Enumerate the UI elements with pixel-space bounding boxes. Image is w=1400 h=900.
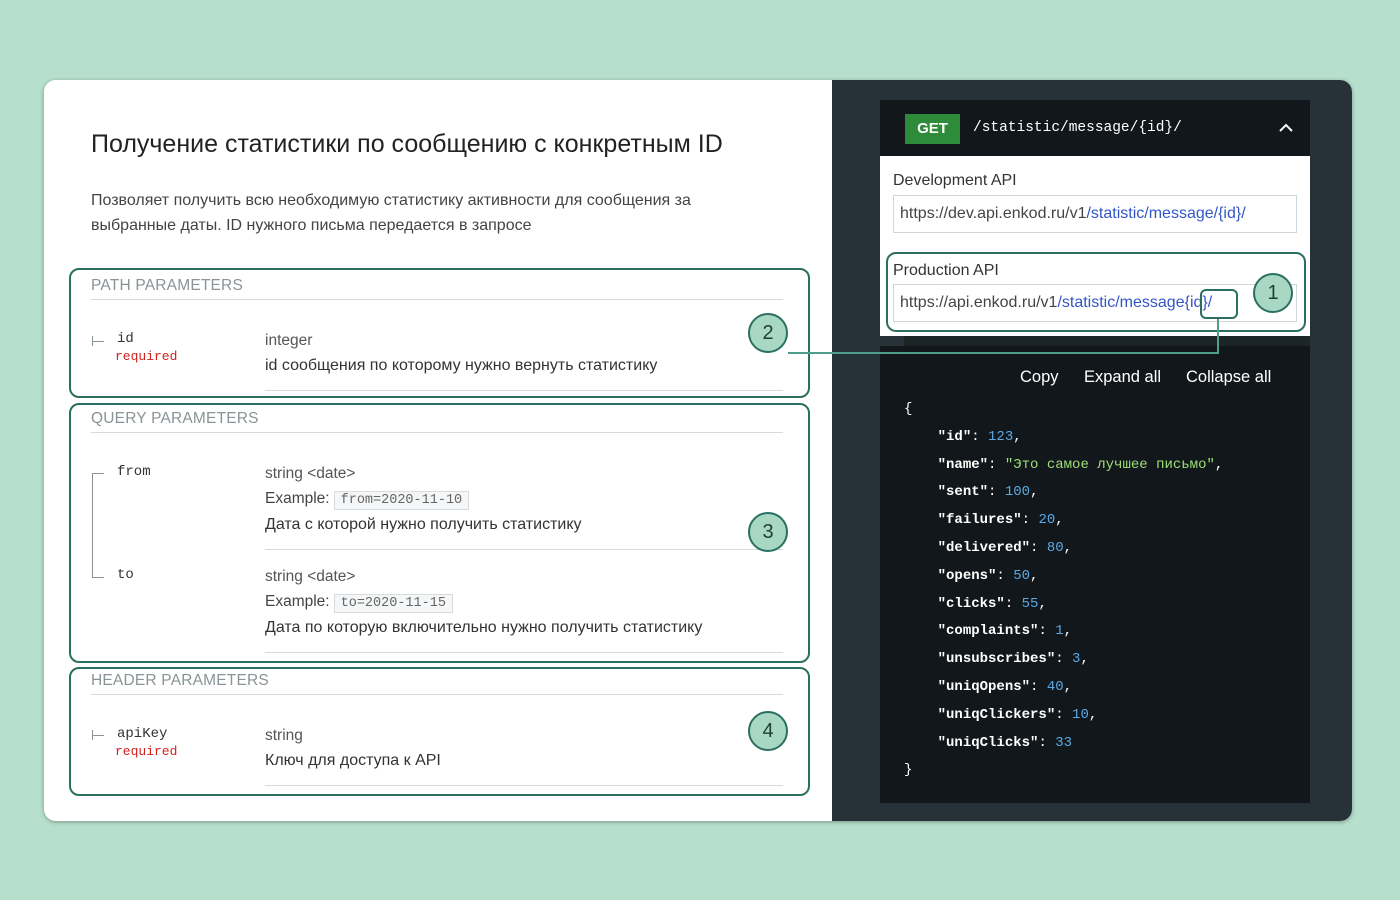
json-value: 80 (1046, 539, 1064, 556)
json-value: 10 (1072, 706, 1089, 723)
json-field-line: "uniqClickers": 10, (937, 706, 1098, 723)
production-api-highlight (886, 252, 1306, 332)
chevron-up-icon[interactable] (1278, 120, 1294, 136)
json-key: "failures" (937, 512, 1022, 529)
open-brace: { (904, 401, 913, 417)
url-base: https://dev.api.enkod.ru/v1 (900, 205, 1087, 222)
json-key: "uniqClicks" (937, 734, 1039, 751)
panel-divider (904, 336, 1310, 346)
close-brace: } (904, 762, 913, 779)
json-key: "opens" (937, 567, 997, 584)
json-response: { "id": 123, "name": "Это самое лучшее п… (904, 396, 1223, 785)
json-key: "sent" (937, 484, 989, 501)
json-value: 20 (1038, 512, 1056, 529)
json-value: 40 (1046, 678, 1064, 695)
callout-badge-4: 4 (748, 711, 788, 751)
json-field-line: "clicks": 55, (937, 595, 1047, 612)
copy-button[interactable]: Copy (1020, 368, 1059, 387)
json-key: "id" (937, 428, 972, 445)
url-path: /statistic/message/{id}/ (1086, 205, 1246, 222)
callout-badge-1: 1 (1253, 273, 1293, 313)
json-field-line: "id": 123, (937, 428, 1022, 445)
collapse-all-button[interactable]: Collapse all (1186, 368, 1271, 387)
callout-badge-3: 3 (748, 512, 788, 552)
json-field-line: "complaints": 1, (937, 623, 1073, 640)
dev-api-url[interactable]: https://dev.api.enkod.ru/v1/statistic/me… (893, 195, 1297, 233)
json-field-line: "delivered": 80, (937, 539, 1073, 556)
json-value: 55 (1021, 595, 1039, 612)
json-value: "Это самое лучшее письмо" (1004, 456, 1215, 473)
json-field-line: "sent": 100, (937, 484, 1039, 501)
request-response-pane: GET /statistic/message/{id}/ Development… (832, 80, 1352, 821)
expand-all-button[interactable]: Expand all (1084, 368, 1161, 387)
endpoint-path: /statistic/message/{id}/ (973, 120, 1182, 136)
path-parameters-highlight (69, 268, 810, 398)
json-field-line: "failures": 20, (937, 512, 1064, 529)
id-placeholder-highlight (1200, 289, 1238, 319)
json-key: "unsubscribes" (937, 651, 1056, 668)
json-value: 1 (1055, 623, 1064, 640)
json-field-line: "uniqClicks": 33 (937, 734, 1073, 751)
json-fields: "id": 123, "name": "Это самое лучшее пис… (904, 424, 1224, 758)
callout-connector (1217, 319, 1219, 354)
json-key: "uniqClickers" (937, 706, 1056, 723)
query-parameters-highlight (69, 403, 810, 663)
json-key: "complaints" (937, 623, 1039, 640)
endpoint-header[interactable]: GET /statistic/message/{id}/ (880, 100, 1310, 156)
callout-connector (788, 352, 1219, 354)
json-key: "uniqOpens" (937, 678, 1031, 695)
json-value: 50 (1013, 567, 1031, 584)
http-method-badge: GET (905, 114, 960, 144)
json-field-line: "opens": 50, (937, 567, 1039, 584)
json-value: 33 (1055, 734, 1073, 751)
header-parameters-highlight (69, 667, 810, 796)
json-field-line: "uniqOpens": 40, (937, 678, 1073, 695)
json-key: "name" (937, 456, 989, 473)
dev-api-label: Development API (893, 172, 1017, 189)
json-value: 123 (988, 428, 1014, 445)
page-description: Позволяет получить всю необходимую стати… (91, 192, 691, 234)
response-sample-panel: Copy Expand all Collapse all { "id": 123… (880, 346, 1310, 803)
json-key: "clicks" (937, 595, 1005, 612)
json-field-line: "unsubscribes": 3, (937, 651, 1089, 668)
json-field-line: "name": "Это самое лучшее письмо", (937, 456, 1224, 473)
json-key: "delivered" (937, 539, 1031, 556)
json-value: 100 (1004, 484, 1031, 501)
callout-badge-2: 2 (748, 313, 788, 353)
page-title: Получение статистики по сообщению с конк… (91, 130, 723, 158)
